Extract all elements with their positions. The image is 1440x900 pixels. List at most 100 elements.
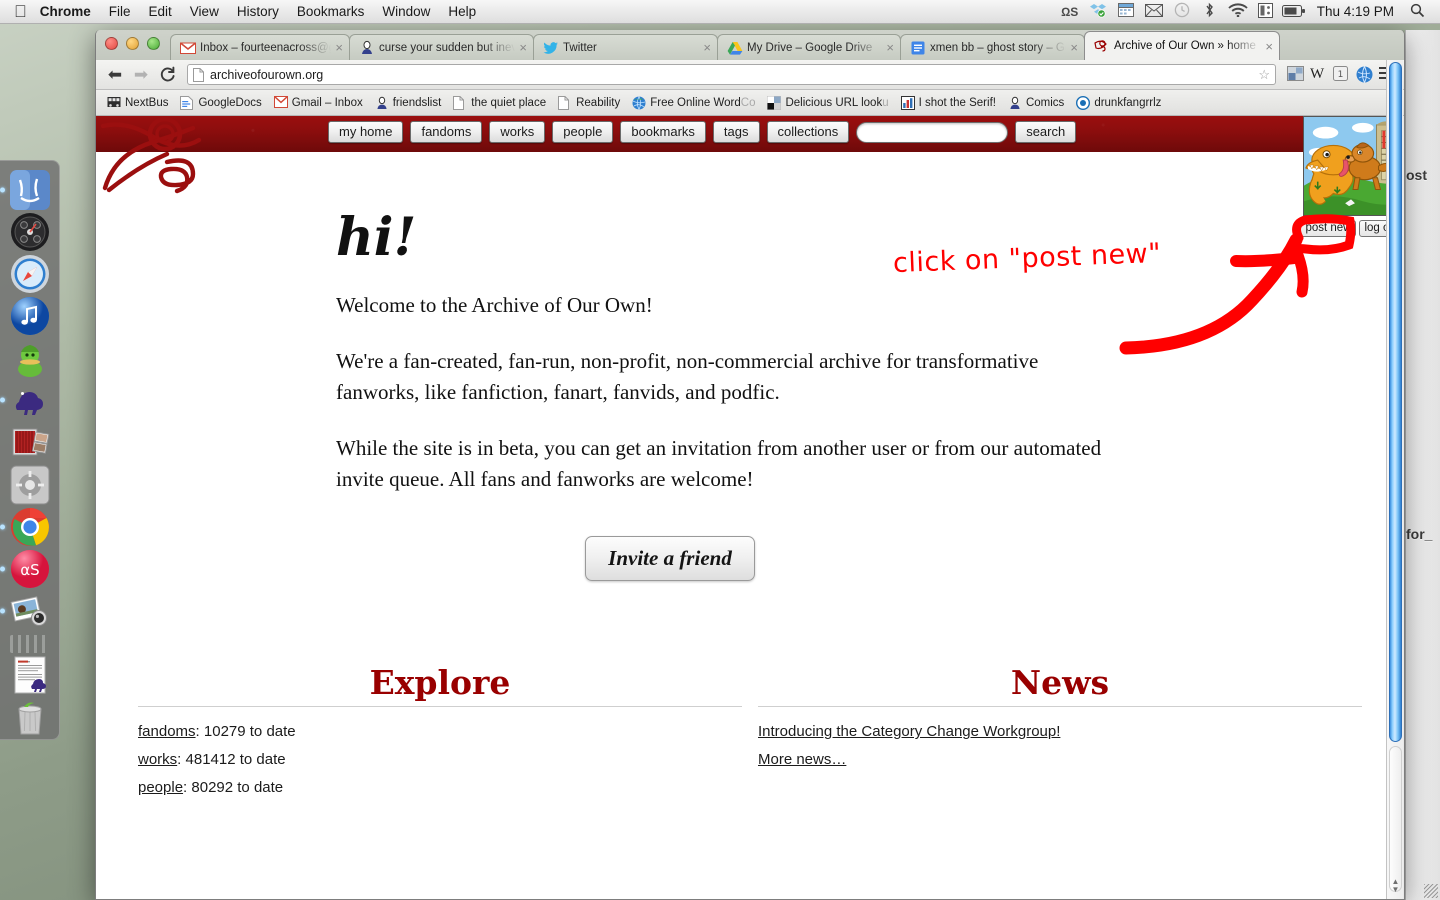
bookmark-comics[interactable]: Comics: [1003, 94, 1069, 112]
menu-bar-clock[interactable]: Thu 4:19 PM: [1309, 4, 1402, 19]
dropbox-icon[interactable]: [1085, 3, 1111, 21]
nav-fandoms[interactable]: fandoms: [410, 121, 483, 143]
wifi-icon[interactable]: [1225, 3, 1251, 20]
close-tab-icon[interactable]: ×: [1070, 40, 1078, 55]
bluetooth-icon[interactable]: [1197, 2, 1223, 21]
dock-item-google-chrome[interactable]: [0, 506, 53, 547]
nav-works[interactable]: works: [489, 121, 546, 143]
dock-item-lastfm[interactable]: ⍺S: [0, 548, 53, 589]
bookmark-googledocs[interactable]: GoogleDocs: [175, 94, 266, 112]
bookmark-i-shot-the-serif[interactable]: I shot the Serif!: [896, 94, 1001, 112]
zoom-window-button[interactable]: [147, 37, 160, 50]
close-tab-icon[interactable]: ×: [335, 40, 343, 55]
window-scrollbar-thumb[interactable]: [1389, 62, 1402, 742]
nav-collections[interactable]: collections: [766, 121, 850, 143]
nav-tags[interactable]: tags: [712, 121, 760, 143]
reload-button[interactable]: [156, 64, 178, 86]
google-docs-icon: [910, 40, 926, 56]
nav-people[interactable]: people: [552, 121, 614, 143]
tab-title: Inbox – fourteenacross@gm: [200, 41, 332, 54]
menu-item-bookmarks[interactable]: Bookmarks: [288, 4, 374, 19]
apple-logo-icon[interactable]: : [14, 3, 27, 20]
ao3-site-header: my home fandoms works people bookmarks t…: [96, 116, 1404, 152]
explore-count-works: : 481412 to date: [177, 751, 286, 769]
forward-button[interactable]: ➡: [130, 64, 152, 86]
menu-item-file[interactable]: File: [100, 4, 140, 19]
lastfm-icon[interactable]: ΩS: [1057, 5, 1083, 19]
bookmark-drunkfangrrlz[interactable]: drunkfangrrlz: [1071, 94, 1166, 112]
window-scrollbar-arrows[interactable]: ▲ ▼: [1390, 878, 1401, 894]
bookmark-friendslist[interactable]: friendslist: [370, 94, 447, 112]
invite-a-friend-button[interactable]: Invite a friend: [585, 536, 755, 582]
tab-title: curse your sudden but inevi: [379, 41, 516, 54]
menu-item-view[interactable]: View: [181, 4, 228, 19]
nav-my-home[interactable]: my home: [328, 121, 404, 143]
tab-twitter[interactable]: Twitter ×: [533, 34, 718, 60]
news-link-category-change[interactable]: Introducing the Category Change Workgrou…: [758, 723, 1060, 740]
explore-link-fandoms[interactable]: fandoms: [138, 723, 196, 740]
bookmark-the-quiet-place[interactable]: the quiet place: [448, 94, 551, 112]
tab-gmail-inbox[interactable]: Inbox – fourteenacross@gm ×: [170, 34, 350, 60]
mail-icon[interactable]: [1141, 3, 1167, 20]
battery-icon[interactable]: [1281, 4, 1307, 20]
bookmark-delicious-url-lookup[interactable]: Delicious URL look u: [762, 94, 893, 112]
bookmark-free-online-word-counter[interactable]: Free Online Word Co: [627, 94, 760, 112]
dock-item-dashboard[interactable]: [7, 211, 53, 252]
tab-archive-of-our-own[interactable]: Archive of Our Own » home ×: [1084, 31, 1280, 60]
svg-text:1: 1: [1338, 70, 1344, 80]
extension-1-icon[interactable]: 1: [1333, 66, 1350, 83]
menu-item-window[interactable]: Window: [373, 4, 439, 19]
extension-icon[interactable]: [1287, 66, 1304, 83]
bookmark-label: I shot the Serif!: [918, 96, 996, 109]
close-tab-icon[interactable]: ×: [519, 40, 527, 55]
window-scrollbar[interactable]: ▲ ▼: [1386, 60, 1403, 899]
explore-link-works[interactable]: works: [138, 751, 177, 768]
explore-count-fandoms: : 10279 to date: [195, 723, 296, 741]
close-tab-icon[interactable]: ×: [703, 40, 711, 55]
address-bar-url: archiveofourown.org: [210, 67, 324, 82]
dock-item-safari[interactable]: [7, 253, 53, 294]
tab-google-drive[interactable]: My Drive – Google Drive ×: [717, 34, 901, 60]
explore-link-people[interactable]: people: [138, 779, 183, 796]
bookmark-gmail-inbox[interactable]: Gmail – Inbox: [269, 94, 368, 112]
news-link-more-news[interactable]: More news…: [758, 751, 846, 768]
timemachine-icon[interactable]: [1169, 2, 1195, 21]
globe-icon[interactable]: [1356, 66, 1373, 83]
spotlight-search-icon[interactable]: [1404, 3, 1430, 21]
address-bar[interactable]: archiveofourown.org ☆: [187, 64, 1276, 85]
background-window[interactable]: [1405, 30, 1440, 900]
nav-bookmarks[interactable]: bookmarks: [620, 121, 706, 143]
dock-item-photo-booth[interactable]: [7, 422, 53, 463]
menu-item-help[interactable]: Help: [439, 4, 485, 19]
dock-item-itunes[interactable]: [7, 295, 53, 336]
app-status-icon[interactable]: [1253, 2, 1279, 21]
tab-livejournal-post[interactable]: curse your sudden but inevi ×: [349, 34, 534, 60]
close-tab-icon[interactable]: ×: [1265, 39, 1273, 54]
calendar-icon[interactable]: [1113, 3, 1139, 20]
bookmark-star-icon[interactable]: ☆: [1258, 67, 1270, 83]
back-button[interactable]: ⬅: [104, 64, 126, 86]
dock-item-finder[interactable]: [0, 169, 53, 210]
menu-item-history[interactable]: History: [228, 4, 288, 19]
bookmark-nextbus[interactable]: NextBus: [102, 94, 173, 112]
menu-item-chrome[interactable]: Chrome: [31, 4, 100, 19]
site-search-input[interactable]: [856, 121, 1009, 143]
dock-item-green-creature-app[interactable]: [7, 338, 53, 379]
dock-item-system-preferences[interactable]: [7, 464, 53, 505]
site-search-button[interactable]: search: [1015, 121, 1077, 143]
dock-item-document-dinosaur[interactable]: [7, 655, 53, 696]
menu-item-edit[interactable]: Edit: [140, 4, 181, 19]
minimize-window-button[interactable]: [126, 37, 139, 50]
tab-google-docs[interactable]: xmen bb – ghost story – Go ×: [900, 34, 1085, 60]
dock-item-iphoto[interactable]: [0, 591, 53, 632]
dock-item-dinosaur-app[interactable]: [0, 380, 53, 421]
bookmark-label: the quiet place: [471, 96, 547, 109]
close-tab-icon[interactable]: ×: [886, 40, 894, 55]
close-window-button[interactable]: [105, 37, 118, 50]
wikipedia-icon[interactable]: W: [1310, 66, 1327, 83]
dock-item-trash[interactable]: [7, 697, 53, 738]
lj-community-icon: [1076, 95, 1091, 110]
background-window-resize-handle[interactable]: [1424, 884, 1438, 898]
bookmark-reability[interactable]: Reability: [553, 94, 625, 112]
window-scrollbar-track[interactable]: [1389, 746, 1402, 892]
